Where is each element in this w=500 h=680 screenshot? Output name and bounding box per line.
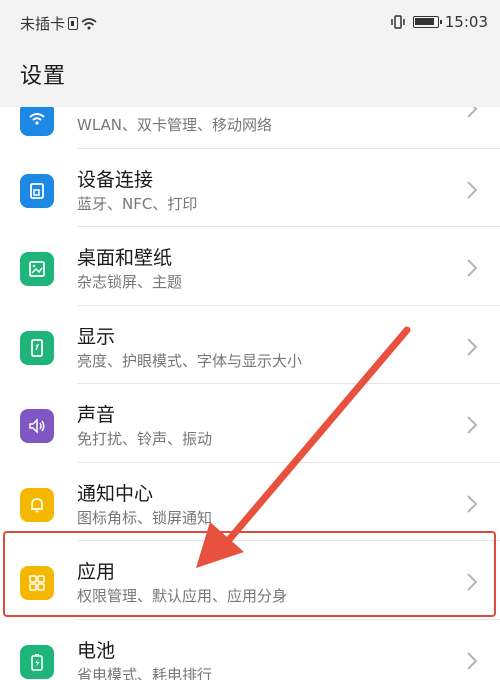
display-icon bbox=[20, 330, 54, 365]
battery-status-icon bbox=[412, 16, 442, 28]
apps-grid-icon bbox=[20, 566, 54, 600]
chevron-right-icon bbox=[467, 494, 478, 513]
settings-item-subtitle: 蓝牙、NFC、打印 bbox=[77, 194, 198, 213]
settings-item-title: 应用 bbox=[77, 561, 116, 583]
wifi-icon bbox=[20, 102, 54, 136]
vibrate-icon bbox=[391, 15, 405, 29]
settings-item-display[interactable]: 显示 亮度、护眼模式、字体与显示大小 bbox=[0, 306, 500, 384]
sound-icon bbox=[20, 409, 54, 443]
carrier-label: 未插卡 bbox=[20, 15, 66, 33]
settings-item-title: 设备连接 bbox=[77, 168, 154, 191]
device-connection-icon bbox=[20, 173, 54, 208]
settings-list: WLAN、双卡管理、移动网络 设备连接 蓝牙、NFC、打印 桌面和壁纸 杂志锁屏… bbox=[0, 82, 500, 680]
notification-bell-icon bbox=[20, 487, 54, 522]
chevron-right-icon bbox=[467, 337, 478, 356]
settings-item-subtitle: WLAN、双卡管理、移动网络 bbox=[77, 116, 273, 134]
settings-item-sound[interactable]: 声音 免打扰、铃声、振动 bbox=[0, 384, 500, 463]
settings-item-title: 通知中心 bbox=[77, 482, 154, 505]
chevron-right-icon bbox=[467, 651, 478, 670]
settings-item-subtitle: 免打扰、铃声、振动 bbox=[77, 430, 213, 448]
chevron-right-icon bbox=[467, 416, 478, 434]
settings-item-subtitle: 杂志锁屏、主题 bbox=[77, 273, 183, 291]
wifi-signal-icon bbox=[81, 17, 97, 29]
settings-item-subtitle: 权限管理、默认应用、应用分身 bbox=[77, 587, 288, 605]
settings-item-title: 桌面和壁纸 bbox=[77, 247, 173, 269]
chevron-right-icon bbox=[467, 180, 478, 199]
sim-card-icon bbox=[68, 17, 79, 30]
clock: 15:03 bbox=[444, 13, 488, 31]
header: 未插卡 15:03 设置 bbox=[0, 0, 500, 107]
status-right: 15:03 bbox=[389, 13, 488, 31]
settings-item-title: 显示 bbox=[77, 325, 116, 348]
settings-item-subtitle: 图标角标、锁屏通知 bbox=[77, 508, 213, 527]
status-bar: 未插卡 15:03 bbox=[0, 0, 500, 44]
settings-item-battery[interactable]: 电池 省电模式、耗电排行 bbox=[0, 620, 500, 680]
settings-item-subtitle: 省电模式、耗电排行 bbox=[77, 665, 213, 680]
battery-icon bbox=[20, 644, 54, 679]
settings-item-wallpaper[interactable]: 桌面和壁纸 杂志锁屏、主题 bbox=[0, 227, 500, 306]
page-title: 设置 bbox=[20, 64, 67, 89]
settings-item-subtitle: 亮度、护眼模式、字体与显示大小 bbox=[77, 351, 303, 370]
settings-item-title: 电池 bbox=[77, 639, 116, 662]
chevron-right-icon bbox=[467, 259, 478, 277]
chevron-right-icon bbox=[467, 573, 478, 591]
settings-item-device-connection[interactable]: 设备连接 蓝牙、NFC、打印 bbox=[0, 149, 500, 227]
settings-item-title: 声音 bbox=[77, 404, 116, 426]
settings-item-notifications[interactable]: 通知中心 图标角标、锁屏通知 bbox=[0, 463, 500, 541]
status-left: 未插卡 bbox=[20, 13, 97, 34]
settings-item-apps[interactable]: 应用 权限管理、默认应用、应用分身 bbox=[0, 541, 500, 620]
wallpaper-icon bbox=[20, 252, 54, 286]
